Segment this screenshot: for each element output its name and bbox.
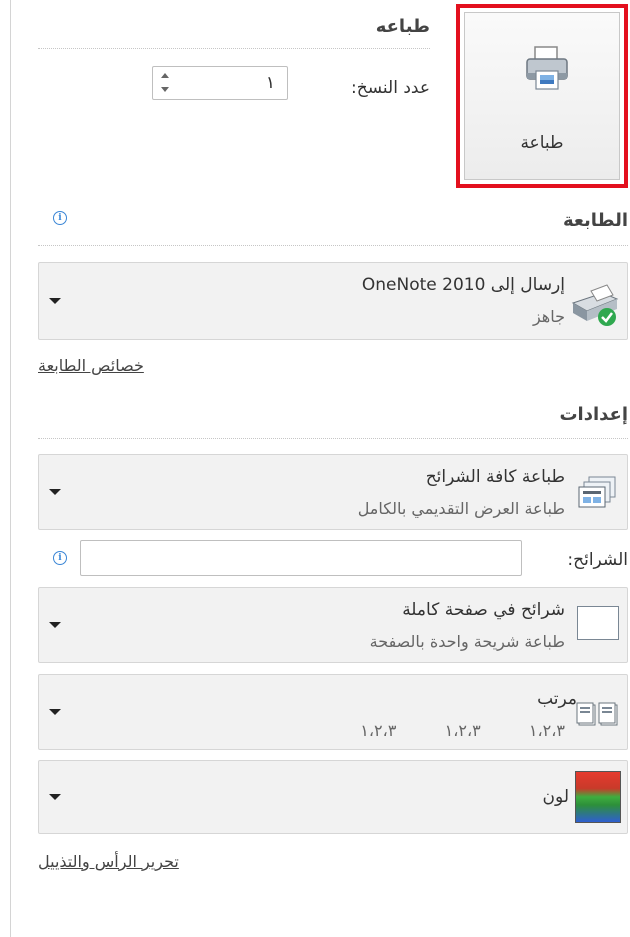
slides-label: الشرائح: xyxy=(567,550,628,570)
slides-range-dropdown[interactable]: طباعة كافة الشرائح طباعة العرض التقديمي … xyxy=(38,454,628,530)
spin-up-icon[interactable] xyxy=(161,73,169,78)
chevron-down-icon[interactable] xyxy=(49,709,61,715)
settings-section-divider xyxy=(38,438,628,439)
print-button[interactable]: طباعة xyxy=(456,4,628,188)
layout-dropdown[interactable]: شرائح في صفحة كاملة طباعة شريحة واحدة با… xyxy=(38,587,628,663)
layout-title: شرائح في صفحة كاملة xyxy=(402,600,565,620)
copies-value: ١ xyxy=(265,73,275,93)
printer-icon xyxy=(526,46,568,90)
chevron-down-icon[interactable] xyxy=(49,489,61,495)
printer-info-icon[interactable]: i xyxy=(53,211,67,225)
slides-range-title: طباعة كافة الشرائح xyxy=(425,467,565,487)
color-dropdown[interactable]: لون xyxy=(38,760,628,834)
collation-seq-2: ١،٢،٣ xyxy=(444,721,481,740)
slides-info-icon[interactable]: i xyxy=(53,551,67,565)
chevron-down-icon[interactable] xyxy=(49,622,61,628)
spin-down-icon[interactable] xyxy=(161,87,169,92)
printer-status: جاهز xyxy=(532,307,565,326)
collation-sequence: ١،٢،٣ ١،٢،٣ ١،٢،٣ xyxy=(360,721,565,740)
collated-icon xyxy=(576,702,618,726)
printer-name: إرسال إلى OneNote 2010 xyxy=(361,275,565,295)
collation-seq-3: ١،٢،٣ xyxy=(360,721,397,740)
collation-seq-1: ١،٢،٣ xyxy=(528,721,565,740)
printer-ready-icon xyxy=(571,284,619,326)
spinner-arrows[interactable] xyxy=(161,71,169,95)
printer-dropdown[interactable]: إرسال إلى OneNote 2010 جاهز xyxy=(38,262,628,340)
print-section-divider xyxy=(38,48,430,49)
slides-input[interactable] xyxy=(80,540,522,576)
printer-section-divider xyxy=(38,245,628,246)
collation-dropdown[interactable]: مرتب ١،٢،٣ ١،٢،٣ ١،٢،٣ xyxy=(38,674,628,750)
slides-range-subtitle: طباعة العرض التقديمي بالكامل xyxy=(357,499,565,518)
settings-section-title: إعدادات xyxy=(559,404,628,425)
pane-divider xyxy=(10,0,11,937)
full-page-slide-icon xyxy=(577,606,619,640)
collation-title: مرتب xyxy=(537,689,577,709)
layout-subtitle: طباعة شريحة واحدة بالصفحة xyxy=(369,632,565,651)
print-button-label: طباعة xyxy=(520,133,564,153)
all-slides-icon xyxy=(578,476,616,508)
chevron-down-icon[interactable] xyxy=(49,298,61,304)
printer-section-title: الطابعة xyxy=(562,210,628,231)
print-section-title: طباعه xyxy=(375,16,430,37)
edit-header-footer-link[interactable]: تحرير الرأس والتذييل xyxy=(38,852,179,871)
printer-properties-link[interactable]: خصائص الطابعة xyxy=(38,356,144,375)
copies-label: عدد النسخ: xyxy=(351,78,430,98)
color-swatch-icon xyxy=(575,771,621,823)
color-title: لون xyxy=(542,787,569,807)
chevron-down-icon[interactable] xyxy=(49,794,61,800)
copies-spinner[interactable]: ١ xyxy=(152,66,288,100)
